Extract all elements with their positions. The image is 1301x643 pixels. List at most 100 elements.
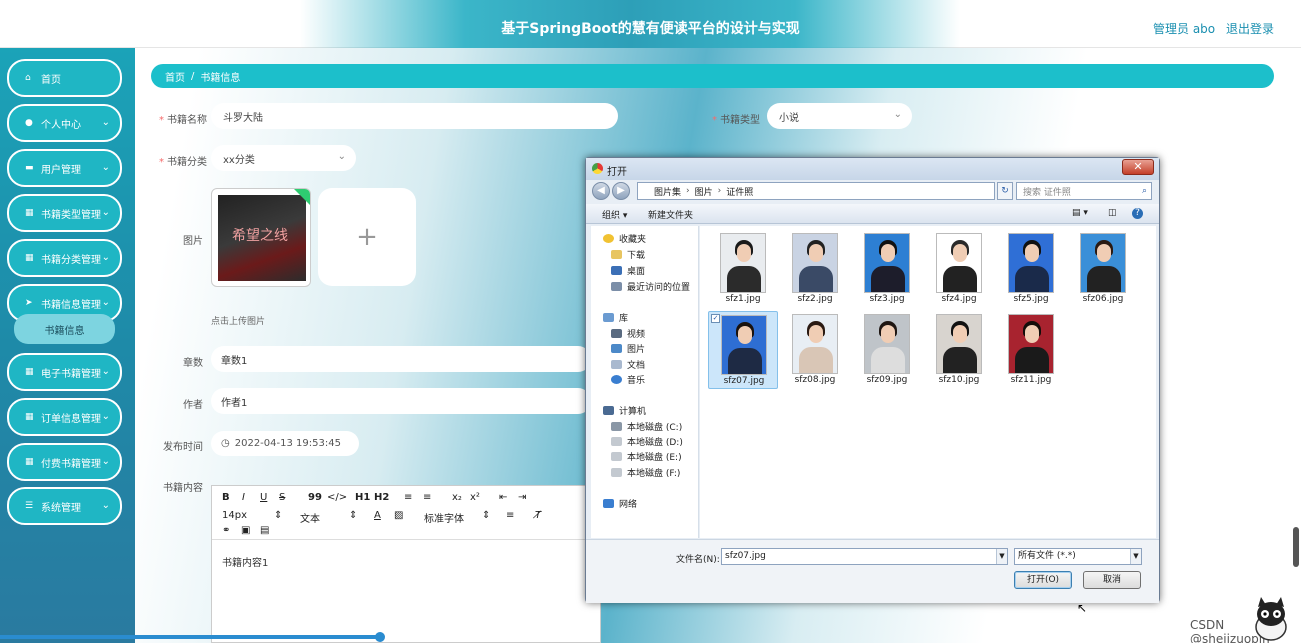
filetype-select[interactable]: 所有文件 (*.*) ▼ <box>1014 548 1142 565</box>
font-size-select[interactable]: 14px <box>222 510 247 521</box>
submenu-book-info[interactable]: 书籍信息 <box>14 314 115 344</box>
file-item[interactable]: ✓ sfz07.jpg <box>708 311 778 389</box>
path-segment[interactable]: 图片集 <box>654 185 681 198</box>
sidebar-item[interactable]: ● 个人中心 ⌄ <box>7 104 122 142</box>
nav-drive-f[interactable]: 本地磁盘 (F:) <box>611 466 680 479</box>
ordered-list-button[interactable]: ≡ <box>404 492 412 503</box>
nav-favorites[interactable]: 收藏夹 <box>603 232 646 245</box>
nav-music[interactable]: 音乐 <box>611 373 645 386</box>
search-input[interactable]: 搜索 证件照 ⌕ <box>1016 182 1152 200</box>
underline-button[interactable]: U <box>260 492 267 503</box>
monitor-icon: ▬ <box>25 163 34 173</box>
file-item[interactable]: sfz11.jpg <box>996 311 1066 389</box>
chevron-down-icon: ⌄ <box>101 297 110 308</box>
upload-button[interactable]: + <box>318 188 416 286</box>
bullet-list-button[interactable]: ≡ <box>423 492 431 503</box>
cancel-button[interactable]: 取消 <box>1083 571 1141 589</box>
nav-recent[interactable]: 最近访问的位置 <box>611 280 690 293</box>
nav-network[interactable]: 网络 <box>603 497 637 510</box>
file-item[interactable]: sfz1.jpg <box>708 230 778 308</box>
file-item[interactable]: sfz4.jpg <box>924 230 994 308</box>
new-folder-button[interactable]: 新建文件夹 <box>648 208 693 221</box>
file-item[interactable]: sfz10.jpg <box>924 311 994 389</box>
path-breadcrumb[interactable]: 图片集 › 图片 › 证件照 <box>637 182 995 200</box>
chapters-input[interactable]: 章数1 <box>211 346 591 372</box>
sidebar-item[interactable]: ▬ 用户管理 ⌄ <box>7 149 122 187</box>
nav-desktop[interactable]: 桌面 <box>611 264 645 277</box>
superscript-button[interactable]: x² <box>470 492 480 503</box>
subscript-button[interactable]: x₂ <box>452 492 462 503</box>
sidebar-item[interactable]: ▦ 书籍分类管理 ⌄ <box>7 239 122 277</box>
view-icon[interactable]: ▤ ▾ <box>1072 208 1088 218</box>
file-item[interactable]: sfz09.jpg <box>852 311 922 389</box>
rich-text-editor[interactable]: B I U S 99 </> H1 H2 ≡ ≡ x₂ x² ⇤ ⇥ 14px … <box>211 485 601 643</box>
open-button[interactable]: 打开(O) <box>1014 571 1072 589</box>
close-button[interactable]: ✕ <box>1122 159 1154 175</box>
publish-time-picker[interactable]: ◷ 2022-04-13 19:53:45 <box>211 431 359 456</box>
preview-pane-icon[interactable]: ◫ <box>1108 208 1117 218</box>
italic-button[interactable]: I <box>242 492 245 503</box>
align-icon[interactable]: ≡ <box>506 510 514 521</box>
checkbox-icon[interactable]: ✓ <box>711 314 720 323</box>
background-color-icon[interactable]: ▨ <box>394 510 403 521</box>
nav-computer[interactable]: 计算机 <box>603 404 646 417</box>
bold-button[interactable]: B <box>222 492 230 503</box>
link-icon[interactable]: ⚭ <box>222 525 230 536</box>
nav-pictures[interactable]: 图片 <box>611 342 645 355</box>
font-color-icon[interactable]: A <box>374 510 381 521</box>
dialog-title: 打开 <box>607 167 627 178</box>
help-icon[interactable]: ? <box>1132 208 1143 219</box>
font-family-select[interactable]: 标准字体 <box>424 510 464 525</box>
sidebar-item[interactable]: ▦ 订单信息管理 ⌄ <box>7 398 122 436</box>
user-label[interactable]: 管理员 abo <box>1153 20 1215 37</box>
book-category-select[interactable]: xx分类 ⌄ <box>211 145 356 171</box>
file-item[interactable]: sfz5.jpg <box>996 230 1066 308</box>
sidebar-item[interactable]: ▦ 付费书籍管理 ⌄ <box>7 443 122 481</box>
photo-thumbnail <box>792 314 838 374</box>
file-item[interactable]: sfz06.jpg <box>1068 230 1138 308</box>
file-item[interactable]: sfz08.jpg <box>780 311 850 389</box>
code-button[interactable]: </> <box>327 492 347 503</box>
sidebar-item[interactable]: ▦ 电子书籍管理 ⌄ <box>7 353 122 391</box>
refresh-button[interactable]: ↻ <box>997 182 1013 200</box>
image-icon[interactable]: ▣ <box>241 525 250 536</box>
breadcrumb-home[interactable]: 首页 <box>165 69 185 84</box>
back-button[interactable]: ◀ <box>592 182 610 200</box>
nav-downloads[interactable]: 下载 <box>611 248 645 261</box>
nav-drive-c[interactable]: 本地磁盘 (C:) <box>611 420 682 433</box>
file-item[interactable]: sfz2.jpg <box>780 230 850 308</box>
sidebar-item[interactable]: ☰ 系统管理 ⌄ <box>7 487 122 525</box>
nav-drive-d[interactable]: 本地磁盘 (D:) <box>611 435 683 448</box>
clear-format-icon[interactable]: T̸ <box>535 510 541 521</box>
uploaded-image[interactable]: 希望之线 <box>211 188 311 287</box>
sidebar-item[interactable]: ⌂ 首页 <box>7 59 122 97</box>
text-style-select[interactable]: 文本 <box>300 510 320 525</box>
editor-content[interactable]: 书籍内容1 <box>222 554 268 569</box>
nav-documents[interactable]: 文档 <box>611 358 645 371</box>
strike-button[interactable]: S <box>279 492 285 503</box>
nav-videos[interactable]: 视频 <box>611 327 645 340</box>
nav-drive-e[interactable]: 本地磁盘 (E:) <box>611 450 682 463</box>
path-segment[interactable]: 图片 <box>695 185 713 198</box>
sidebar-item[interactable]: ▦ 书籍类型管理 ⌄ <box>7 194 122 232</box>
video-icon[interactable]: ▤ <box>260 525 269 536</box>
outdent-button[interactable]: ⇤ <box>499 492 507 503</box>
filename-input[interactable]: sfz07.jpg ▼ <box>721 548 1008 565</box>
quote-button[interactable]: 99 <box>308 492 322 503</box>
organize-menu[interactable]: 组织 ▾ <box>602 208 627 221</box>
book-name-input[interactable]: 斗罗大陆 <box>211 103 618 129</box>
upload-hint: 点击上传图片 <box>211 317 266 327</box>
file-item[interactable]: sfz3.jpg <box>852 230 922 308</box>
logout-link[interactable]: 退出登录 <box>1226 20 1274 37</box>
author-label: 作者 <box>183 400 203 411</box>
nav-library[interactable]: 库 <box>603 311 628 324</box>
forward-button[interactable]: ▶ <box>612 182 630 200</box>
h2-button[interactable]: H2 <box>374 492 389 503</box>
path-segment[interactable]: 证件照 <box>726 185 753 198</box>
page-scrollbar[interactable] <box>1293 527 1299 567</box>
indent-button[interactable]: ⇥ <box>518 492 526 503</box>
book-type-select[interactable]: 小说 ⌄ <box>767 103 912 129</box>
h1-button[interactable]: H1 <box>355 492 370 503</box>
sidebar-item-label: 书籍信息管理 <box>41 299 101 311</box>
author-input[interactable]: 作者1 <box>211 388 591 414</box>
